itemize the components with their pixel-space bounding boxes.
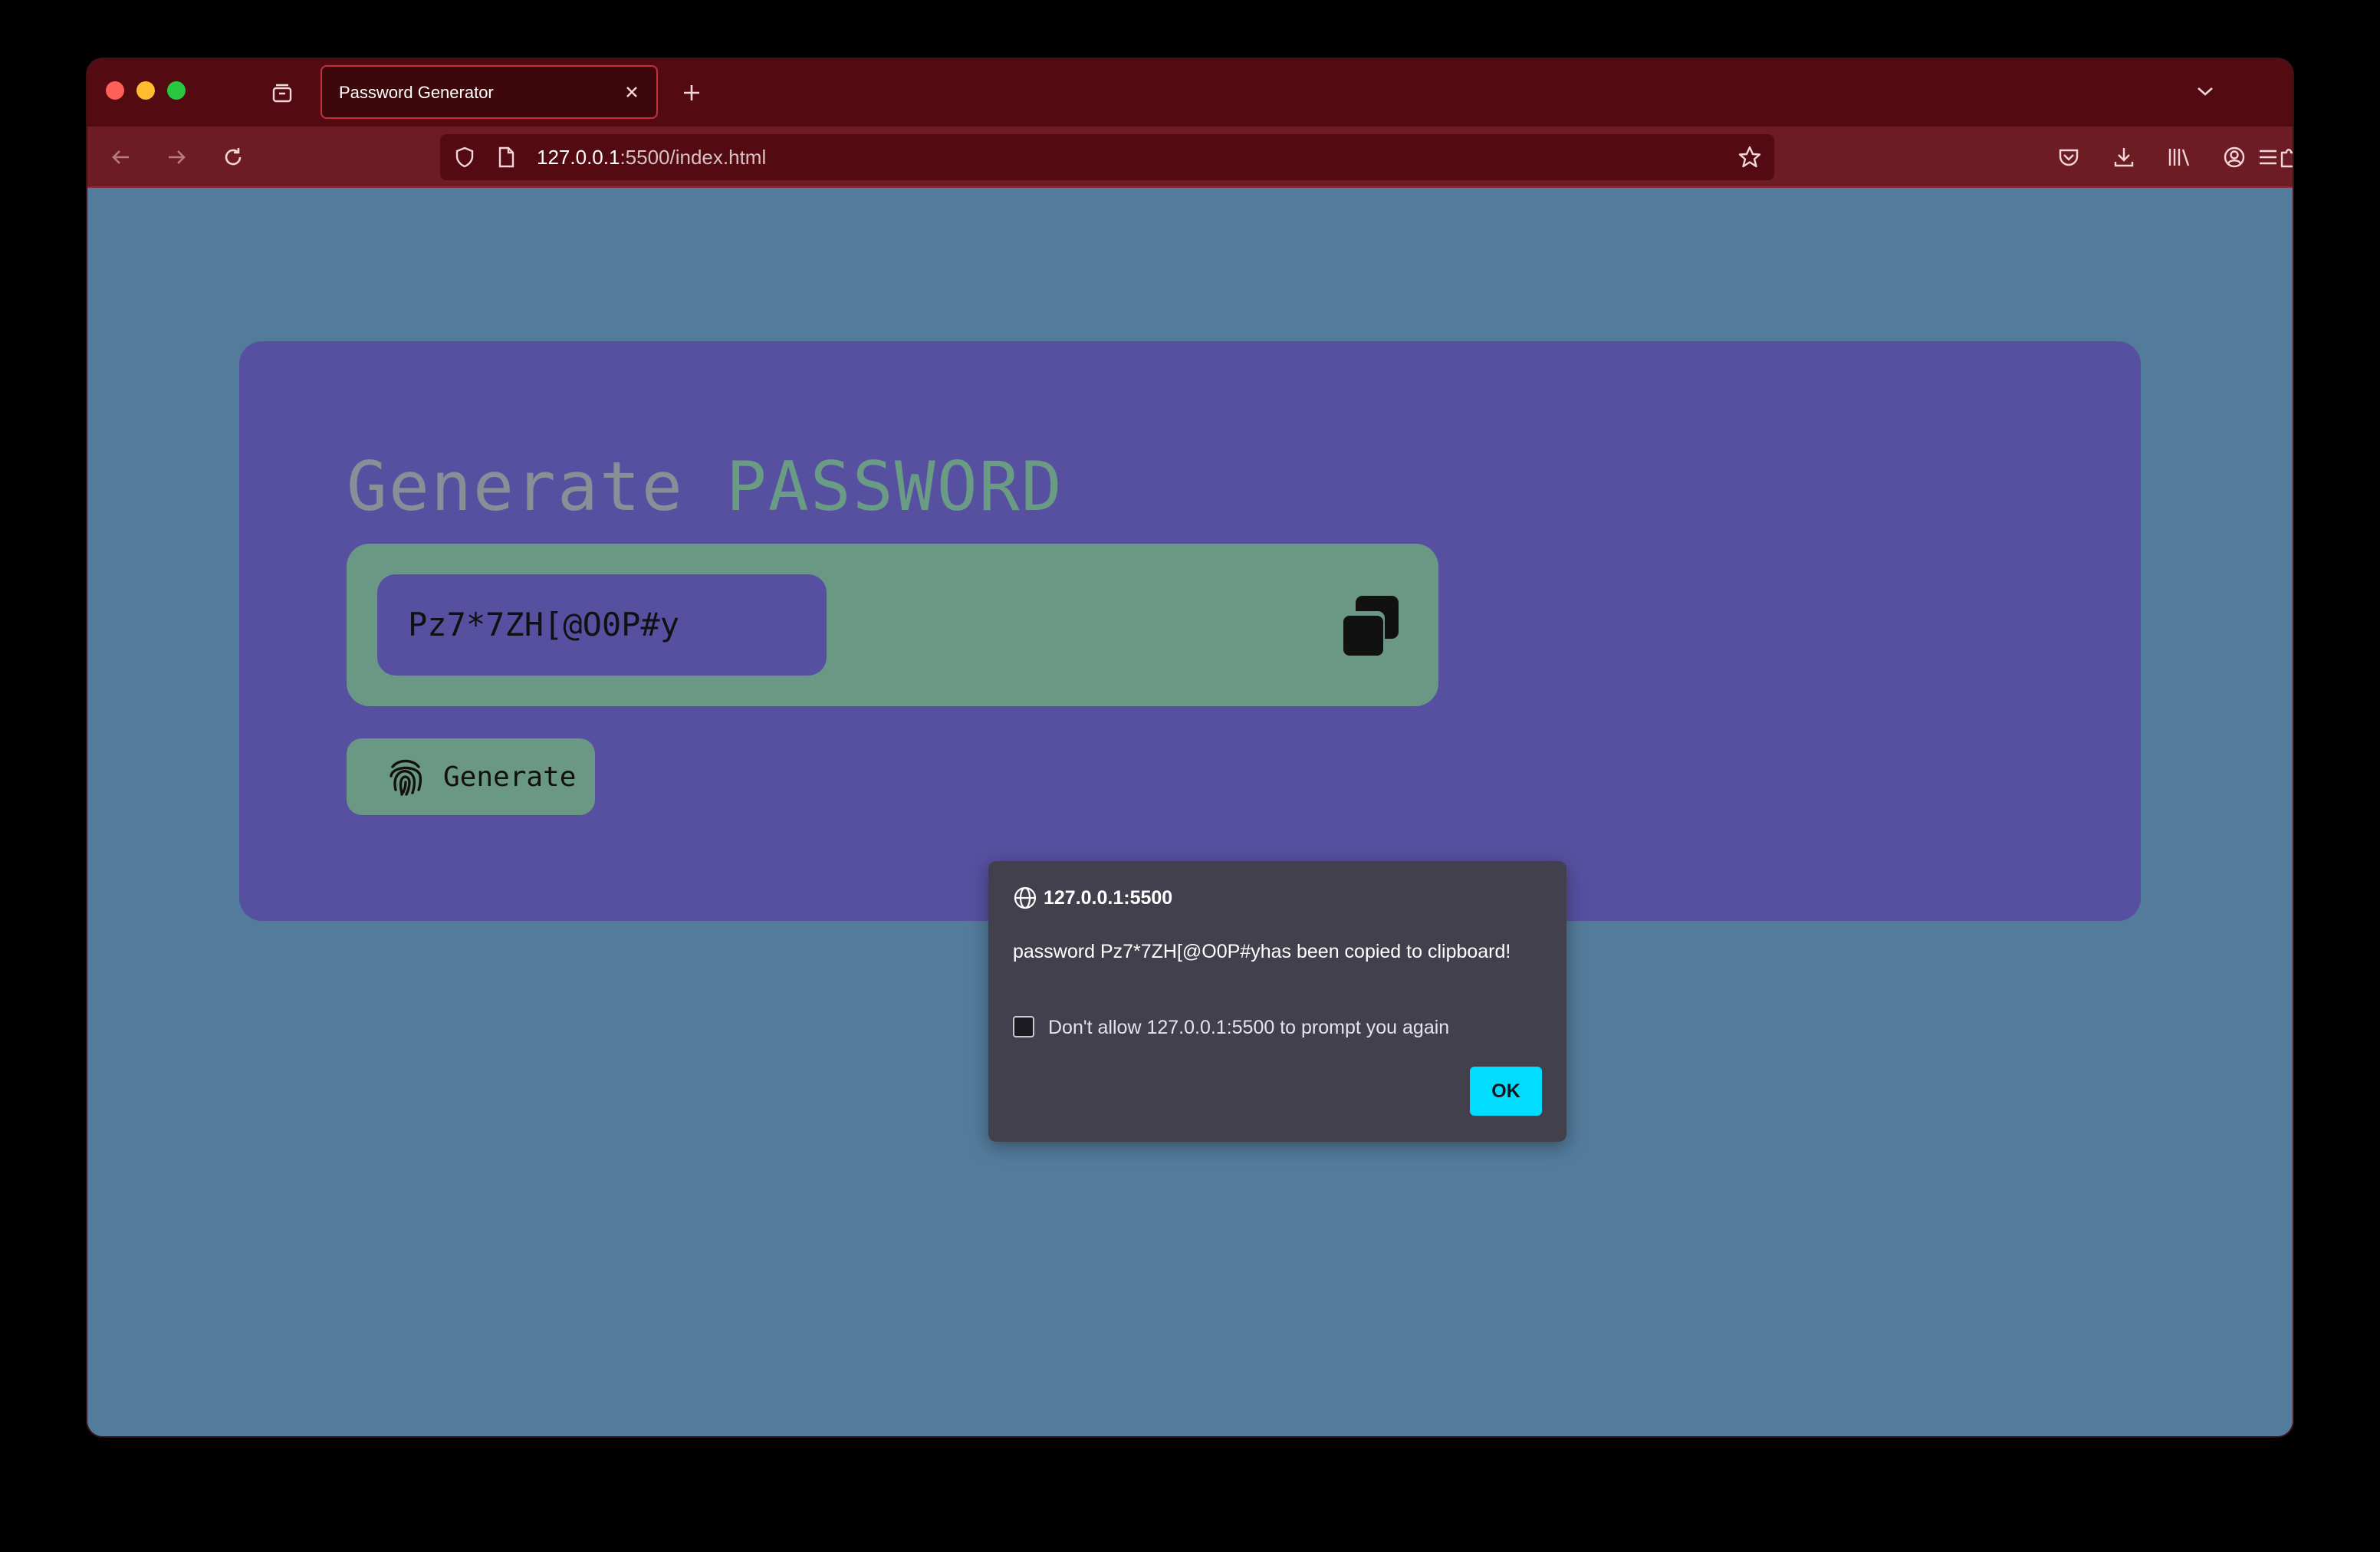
dont-allow-label[interactable]: Don't allow 127.0.0.1:5500 to prompt you… bbox=[1048, 1017, 1449, 1039]
bookmark-star-icon[interactable] bbox=[1734, 142, 1765, 173]
close-window-button[interactable] bbox=[106, 81, 124, 100]
new-tab-icon[interactable] bbox=[675, 76, 708, 110]
account-icon[interactable] bbox=[2216, 139, 2253, 176]
page-title: Generate PASSWORD bbox=[347, 447, 1063, 526]
page-icon[interactable] bbox=[491, 142, 521, 173]
browser-window: Password Generator 127.0.0.1:5500/index.… bbox=[87, 59, 2293, 1436]
globe-icon bbox=[1013, 886, 1037, 910]
forward-arrow-icon[interactable] bbox=[158, 139, 195, 176]
shield-icon[interactable] bbox=[449, 142, 480, 173]
generate-label: Generate bbox=[443, 761, 577, 793]
minimize-window-button[interactable] bbox=[136, 81, 155, 100]
tab-close-icon[interactable] bbox=[618, 78, 646, 106]
password-output-box: Pz7*7ZH[@O0P#y bbox=[347, 544, 1438, 706]
url-bar[interactable]: 127.0.0.1:5500/index.html bbox=[440, 134, 1774, 180]
url-path: :5500/index.html bbox=[620, 146, 767, 169]
page-content: Generate PASSWORD Pz7*7ZH[@O0P#y Generat… bbox=[87, 188, 2293, 1436]
chevron-down-icon[interactable] bbox=[2188, 74, 2222, 108]
tab-title: Password Generator bbox=[339, 83, 494, 102]
ok-button[interactable]: OK bbox=[1470, 1067, 1542, 1116]
tab-password-generator[interactable]: Password Generator bbox=[321, 65, 658, 119]
url-host: 127.0.0.1 bbox=[537, 146, 620, 169]
url-text[interactable]: 127.0.0.1:5500/index.html bbox=[537, 146, 766, 169]
hamburger-menu-icon[interactable] bbox=[2250, 139, 2286, 176]
reload-icon[interactable] bbox=[215, 139, 251, 176]
library-icon[interactable] bbox=[2161, 139, 2198, 176]
title-password: PASSWORD bbox=[725, 447, 1063, 526]
copy-icon[interactable] bbox=[1336, 591, 1405, 660]
fingerprint-icon bbox=[385, 756, 426, 797]
title-generate: Generate bbox=[347, 447, 684, 526]
maximize-window-button[interactable] bbox=[167, 81, 186, 100]
tab-bar: Password Generator bbox=[87, 59, 2293, 127]
tab-overview-icon[interactable] bbox=[265, 77, 299, 108]
generator-card: Generate PASSWORD Pz7*7ZH[@O0P#y Generat… bbox=[239, 341, 2141, 921]
generate-button[interactable]: Generate bbox=[347, 738, 595, 815]
pocket-icon[interactable] bbox=[2050, 139, 2087, 176]
password-field[interactable]: Pz7*7ZH[@O0P#y bbox=[377, 574, 827, 676]
dialog-origin: 127.0.0.1:5500 bbox=[1044, 887, 1173, 909]
dont-allow-checkbox[interactable] bbox=[1013, 1016, 1034, 1037]
dialog-message: password Pz7*7ZH[@O0P#yhas been copied t… bbox=[1013, 941, 1511, 962]
navigation-bar: 127.0.0.1:5500/index.html bbox=[87, 127, 2293, 188]
alert-dialog: 127.0.0.1:5500 password Pz7*7ZH[@O0P#yha… bbox=[988, 861, 1566, 1142]
download-icon[interactable] bbox=[2106, 139, 2142, 176]
back-arrow-icon[interactable] bbox=[103, 139, 140, 176]
